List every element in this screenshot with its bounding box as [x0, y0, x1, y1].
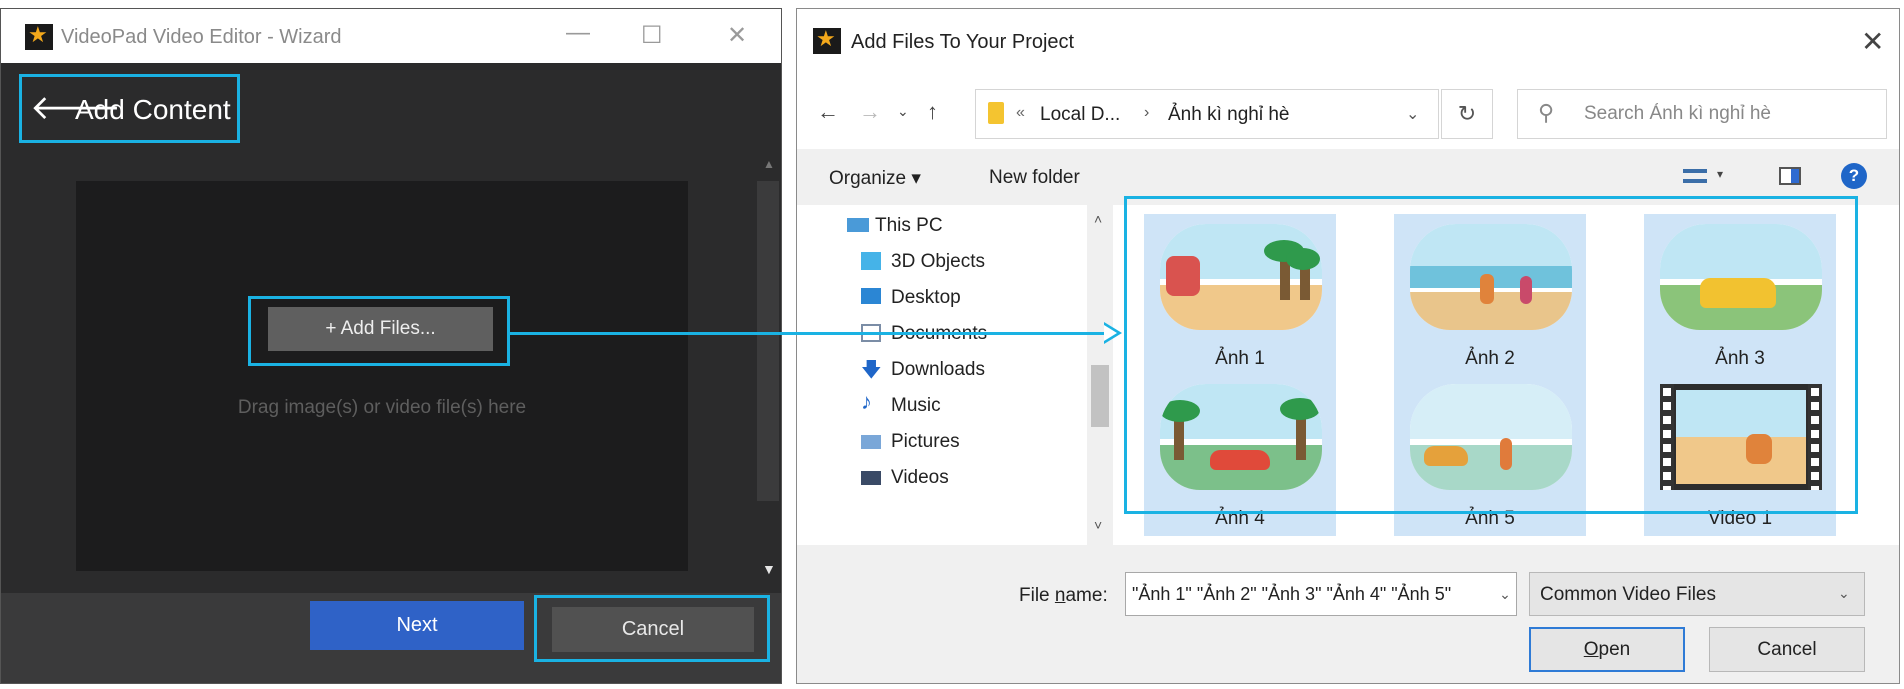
nav-item-this-pc[interactable]: This PC [797, 205, 1087, 245]
organize-button[interactable]: Organize ▾ [829, 167, 921, 190]
back-icon[interactable]: ← [817, 99, 839, 125]
cancel-highlight [534, 595, 770, 662]
breadcrumb-local-disk[interactable]: Local D... [1040, 104, 1120, 126]
nav-item-label: Desktop [891, 287, 961, 308]
search-box[interactable]: ⚲ [1517, 89, 1887, 139]
nav-item-label: This PC [875, 215, 943, 236]
add-files-highlight [248, 296, 510, 366]
breadcrumb-separator-icon[interactable]: › [1144, 104, 1149, 122]
add-content-header: 🡐 Add Content [19, 74, 240, 143]
callout-arrow-line [510, 332, 1110, 335]
breadcrumb-current-folder[interactable]: Ảnh kì nghỉ hè [1168, 104, 1289, 126]
navigation-bar: ← → ⌄ ↑ « Local D... › Ảnh kì nghỉ hè ⌄ … [797, 69, 1899, 149]
filename-value: "Ảnh 1" "Ảnh 2" "Ảnh 3" "Ảnh 4" "Ảnh 5" [1132, 584, 1452, 604]
nav-item-label: Downloads [891, 359, 985, 380]
dialog-footer: File name: "Ảnh 1" "Ảnh 2" "Ảnh 3" "Ảnh … [797, 545, 1899, 683]
downloads-icon: 🡇 [861, 359, 882, 381]
navigation-pane: This PC 3D Objects Desktop Documents 🡇 D… [797, 205, 1113, 545]
callout-arrow-head-inner [1104, 325, 1117, 341]
refresh-button[interactable]: ↻ [1441, 89, 1493, 139]
dialog-titlebar: Add Files To Your Project ✕ [797, 9, 1899, 69]
dialog-cancel-button[interactable]: Cancel [1709, 627, 1865, 672]
videopad-app-icon [25, 22, 53, 50]
address-bar[interactable]: « Local D... › Ảnh kì nghỉ hè ⌄ [975, 89, 1439, 139]
file-type-dropdown-icon[interactable]: ⌄ [1838, 585, 1850, 602]
dialog-title: Add Files To Your Project [851, 31, 1075, 53]
page-title: Add Content [75, 94, 231, 125]
forward-icon[interactable]: → [859, 99, 881, 125]
videos-icon [861, 471, 881, 485]
minimize-icon[interactable]: — [566, 19, 590, 47]
scroll-up-icon[interactable]: ˄ [1094, 211, 1102, 227]
file-type-select[interactable]: Common Video Files ⌄ [1529, 572, 1865, 616]
address-dropdown-icon[interactable]: ⌄ [1406, 104, 1419, 124]
wizard-titlebar: VideoPad Video Editor - Wizard — ☐ ✕ [1, 9, 781, 63]
dialog-close-icon[interactable]: ✕ [1861, 25, 1884, 58]
3d-objects-icon [861, 252, 881, 270]
maximize-icon[interactable]: ☐ [641, 21, 663, 50]
scroll-down-icon[interactable]: ˅ [1094, 517, 1102, 533]
folder-icon [988, 102, 1004, 124]
up-folder-icon[interactable]: ↑ [927, 99, 938, 125]
desktop-icon [861, 288, 881, 304]
change-view-icon[interactable] [1683, 169, 1707, 183]
breadcrumb-overflow-icon[interactable]: « [1016, 104, 1025, 122]
drop-hint: Drag image(s) or video file(s) here [237, 397, 527, 418]
nav-item-music[interactable]: ♪ Music [797, 385, 1087, 425]
computer-icon [847, 218, 869, 232]
new-folder-button[interactable]: New folder [989, 167, 1080, 189]
wizard-scrollbar[interactable]: ▲ ▼ [753, 151, 781, 593]
pictures-icon [861, 435, 881, 449]
wizard-title: VideoPad Video Editor - Wizard [61, 26, 342, 48]
filename-field[interactable]: "Ảnh 1" "Ảnh 2" "Ảnh 3" "Ảnh 4" "Ảnh 5" … [1125, 572, 1517, 616]
search-icon: ⚲ [1538, 100, 1555, 125]
search-input[interactable] [1584, 103, 1874, 125]
nav-item-label: Videos [891, 467, 949, 488]
scroll-thumb[interactable] [757, 181, 779, 501]
scroll-thumb[interactable] [1091, 365, 1109, 427]
file-type-value: Common Video Files [1540, 584, 1717, 605]
videopad-app-icon [813, 26, 841, 54]
next-button[interactable]: Next [310, 601, 524, 650]
nav-item-label: Music [891, 395, 941, 416]
recent-locations-icon[interactable]: ⌄ [897, 103, 909, 120]
scroll-up-icon[interactable]: ▲ [763, 157, 775, 171]
nav-item-3d-objects[interactable]: 3D Objects [797, 241, 1087, 281]
filename-label: File name: [1019, 585, 1108, 606]
help-icon[interactable]: ? [1841, 163, 1867, 189]
nav-item-downloads[interactable]: 🡇 Downloads [797, 349, 1087, 389]
view-dropdown-icon[interactable]: ▾ [1717, 167, 1723, 181]
close-icon[interactable]: ✕ [727, 21, 747, 50]
open-button[interactable]: Open [1529, 627, 1685, 672]
nav-item-label: 3D Objects [891, 251, 985, 272]
drop-zone[interactable] [76, 181, 688, 571]
nav-item-desktop[interactable]: Desktop [797, 277, 1087, 317]
file-selection-highlight [1124, 196, 1858, 514]
nav-item-pictures[interactable]: Pictures [797, 421, 1087, 461]
preview-pane-icon[interactable] [1779, 167, 1801, 185]
filename-dropdown-icon[interactable]: ⌄ [1492, 573, 1516, 615]
nav-item-label: Pictures [891, 431, 960, 452]
nav-pane-scrollbar[interactable]: ˄ ˅ [1087, 205, 1113, 545]
scroll-down-icon[interactable]: ▼ [762, 561, 776, 577]
nav-item-videos[interactable]: Videos [797, 457, 1087, 497]
music-icon: ♪ [861, 389, 872, 414]
